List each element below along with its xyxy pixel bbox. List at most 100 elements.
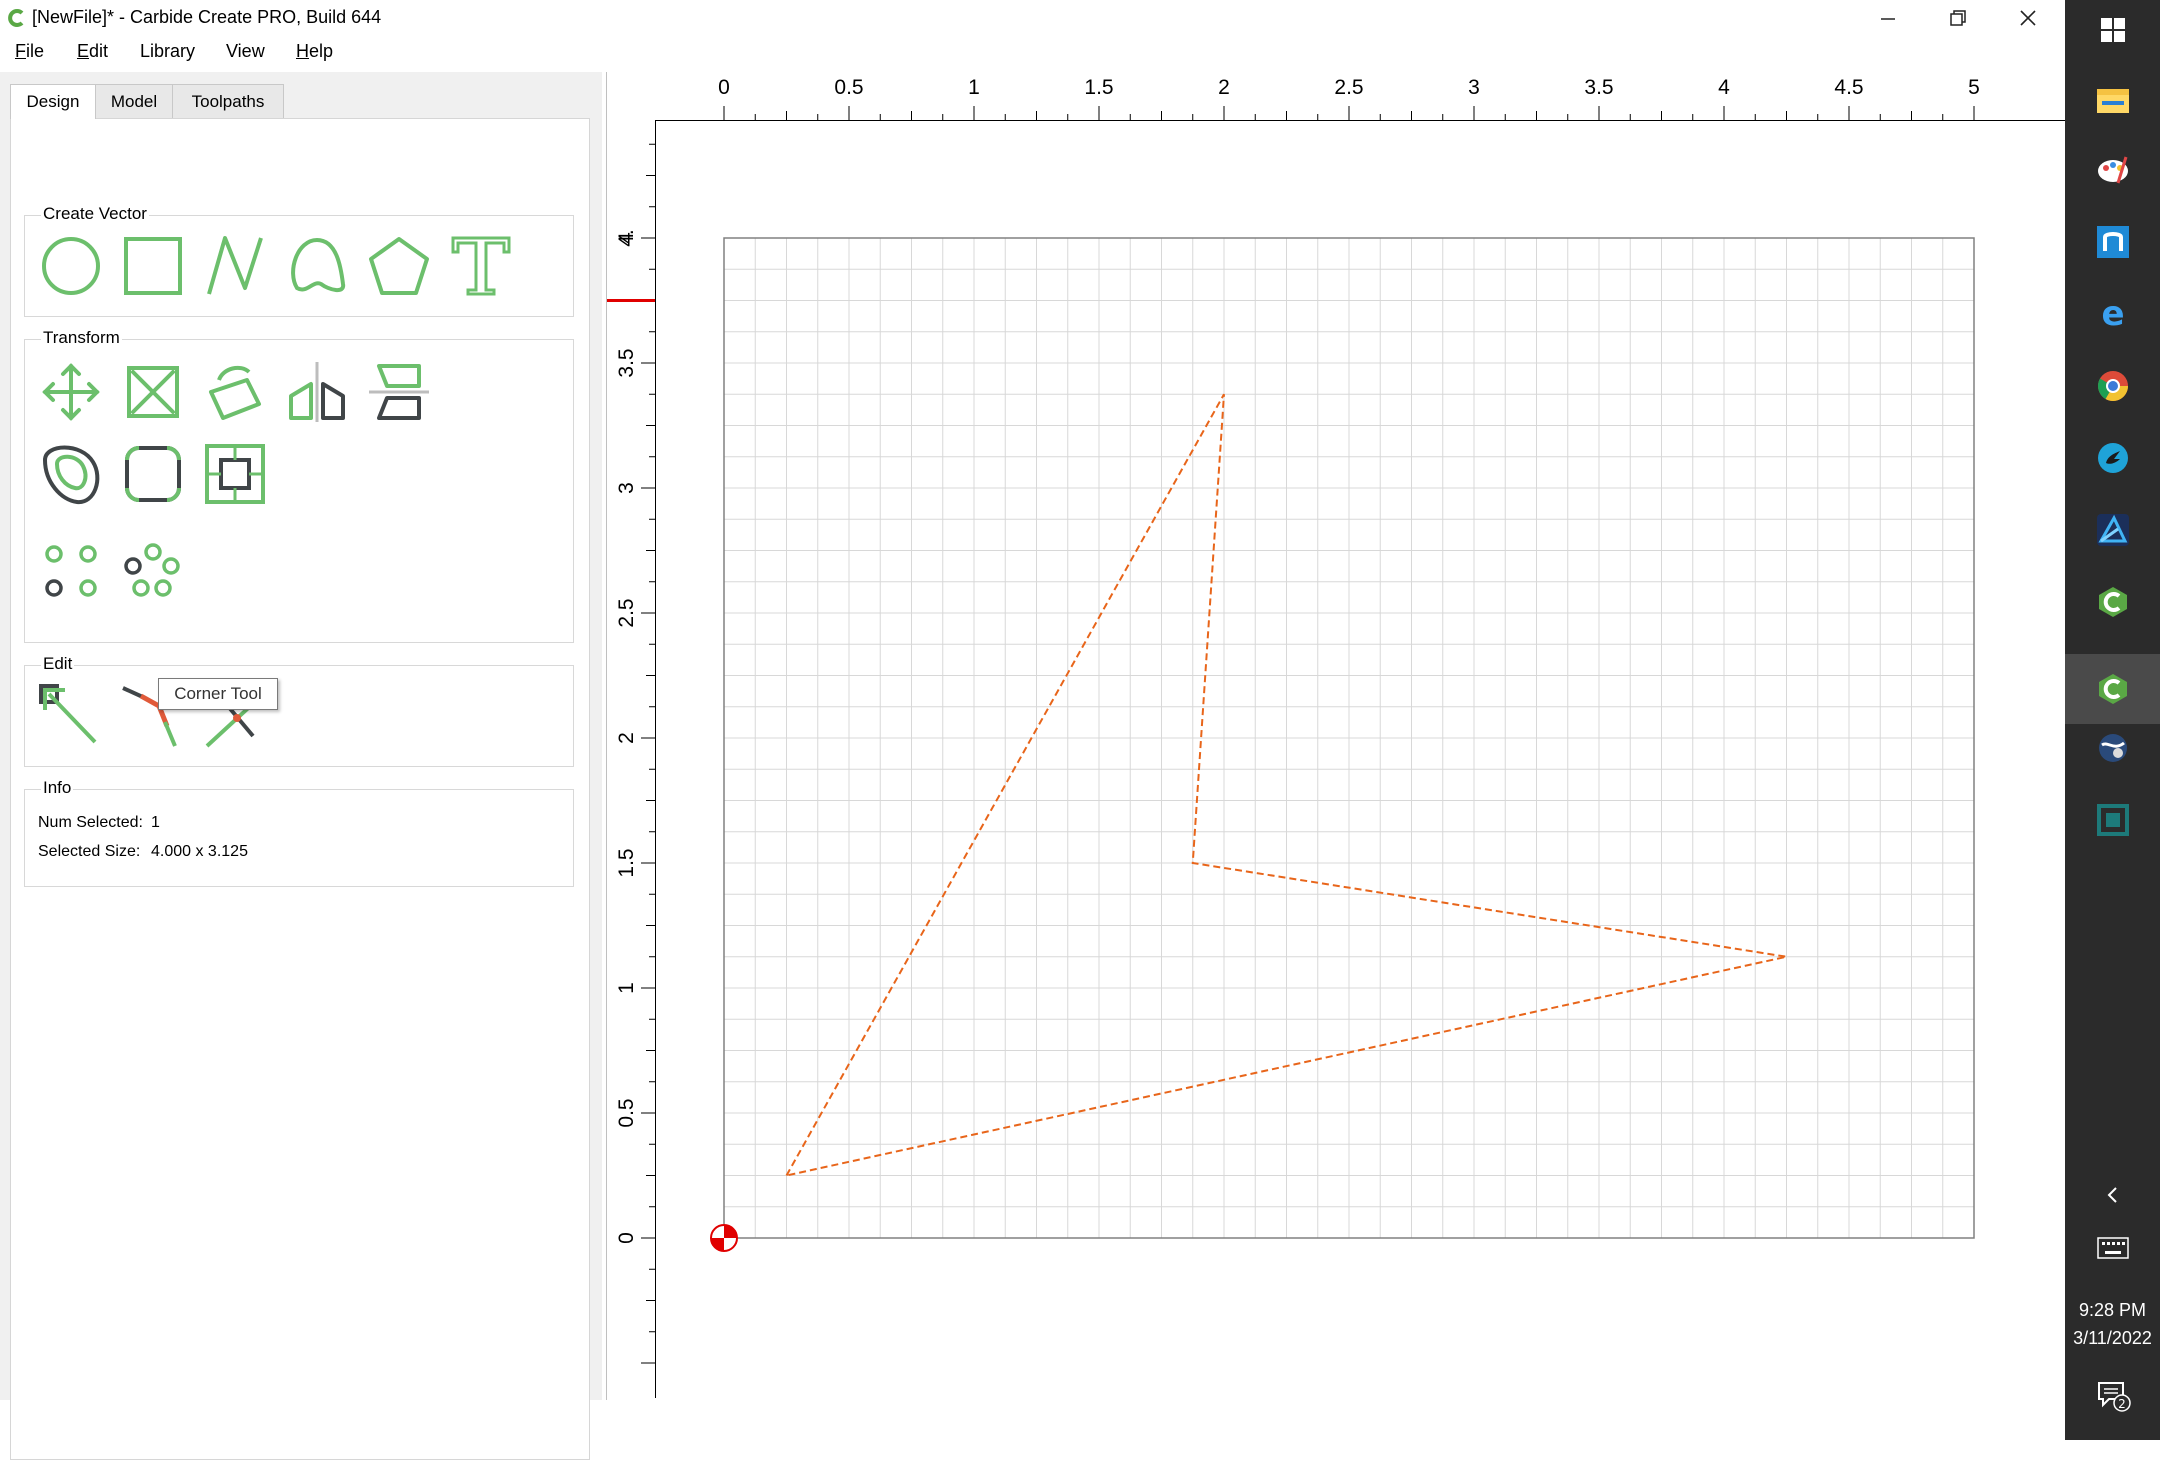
rounded-corners-icon (125, 446, 181, 502)
mirror-horizontal-icon (289, 362, 345, 422)
align-tool-button[interactable] (201, 440, 269, 508)
notifications-icon[interactable]: 2 (2093, 1376, 2133, 1416)
edit-group: Edit (24, 654, 574, 767)
carbide-motion-icon[interactable] (2093, 800, 2133, 840)
ruler-x-label: 2 (1218, 76, 1230, 99)
clock-date[interactable]: 3/11/2022 (2065, 1328, 2160, 1349)
edit-title: Edit (41, 654, 75, 674)
ruler-y-label: 2 (615, 732, 638, 744)
curve-tool-button[interactable] (283, 232, 351, 300)
minimize-button[interactable] (1853, 0, 1923, 36)
array-tool-button[interactable] (37, 536, 105, 604)
text-icon (451, 236, 511, 296)
info-group: Info Num Selected: 1 Selected Size: 4.00… (24, 778, 574, 887)
menu-help[interactable]: Help (296, 41, 333, 62)
globe-icon[interactable] (2093, 728, 2133, 768)
circular-array-tool-button[interactable] (119, 536, 187, 604)
tab-toolpaths[interactable]: Toolpaths (172, 84, 284, 118)
polyline-icon (207, 236, 263, 295)
notification-count: 2 (2118, 1397, 2126, 1411)
ruler-x-label: 4.5 (1834, 76, 1863, 99)
selected-size-label: Selected Size: (38, 843, 141, 860)
ruler-x-label: 1 (968, 76, 980, 99)
ruler-x-label: 4 (1718, 76, 1730, 99)
move-tool-button[interactable] (37, 358, 105, 426)
drawing-canvas[interactable] (656, 121, 2066, 1391)
pentagon-icon (369, 237, 429, 295)
rectangle-tool-button[interactable] (119, 232, 187, 300)
edge-icon[interactable]: e (2093, 294, 2133, 334)
show-hidden-icons-chevron-icon[interactable] (2093, 1175, 2133, 1215)
ruler-y-label: 1 (615, 982, 638, 994)
menu-view[interactable]: View (226, 41, 265, 62)
ruler-y-label: 0 (615, 1232, 638, 1244)
transform-group: Transform (24, 328, 574, 643)
carbide-logo-icon (8, 9, 24, 27)
info-title: Info (41, 778, 74, 798)
polyline-tool-button[interactable] (201, 232, 269, 300)
menu-file[interactable]: File (15, 41, 44, 62)
close-icon (2020, 10, 2036, 26)
restore-button[interactable] (1923, 0, 1993, 36)
minimize-icon (1881, 18, 1895, 20)
transform-title: Transform (41, 328, 122, 348)
windows-start-icon[interactable] (2093, 10, 2133, 50)
design-tab-page: Create Vector Transform Edit Info Num Se… (10, 118, 590, 1460)
ruler-x-label: 3.5 (1584, 76, 1613, 99)
flip-tool-button[interactable] (365, 358, 433, 426)
fillet-tool-button[interactable] (119, 440, 187, 508)
scale-tool-button[interactable] (119, 358, 187, 426)
align-center-icon (205, 444, 265, 504)
mirror-tool-button[interactable] (283, 358, 351, 426)
clock-time[interactable]: 9:28 PM (2065, 1300, 2160, 1321)
close-button[interactable] (1993, 0, 2063, 36)
app-icon[interactable] (2093, 438, 2133, 478)
select-tool-button[interactable] (37, 682, 105, 750)
rectangle-icon (124, 237, 182, 295)
menu-edit[interactable]: Edit (77, 41, 108, 62)
stock-grid (723, 237, 1975, 1239)
text-tool-button[interactable] (447, 232, 515, 300)
curve-icon (291, 237, 346, 292)
polygon-tool-button[interactable] (365, 232, 433, 300)
num-selected-label: Num Selected: (38, 814, 143, 831)
create-vector-group: Create Vector (24, 204, 574, 317)
onenote-icon[interactable] (2093, 222, 2133, 262)
design-canvas-area[interactable]: 0 0.5 1 1.5 2 2.5 3 3.5 4 4.5 5 0 0.5 1 1.5 2 2.5 3 3.5 4 4… (606, 72, 2066, 1400)
circular-array-icon (124, 543, 180, 597)
vertical-ruler: 00.511.522.533.544. (607, 120, 656, 1398)
ruler-y-label: 3.5 (615, 348, 638, 377)
ruler-x-label: 0.5 (834, 76, 863, 99)
offset-tool-button[interactable] (37, 440, 105, 508)
ruler-x-label: 2.5 (1334, 76, 1363, 99)
affinity-icon[interactable] (2093, 510, 2133, 550)
file-explorer-icon[interactable] (2093, 80, 2133, 120)
mirror-vertical-icon (369, 364, 429, 420)
menu-library[interactable]: Library (140, 41, 195, 62)
carbide-create-active-icon[interactable] (2093, 669, 2133, 709)
paint-icon[interactable] (2093, 150, 2133, 190)
menu-bar: File Edit Library View Help (0, 36, 2065, 70)
ruler-x-label: 5 (1968, 76, 1980, 99)
rotate-tool-button[interactable] (201, 358, 269, 426)
tab-model[interactable]: Model (95, 84, 173, 118)
array-grid-icon (45, 545, 97, 597)
create-vector-title: Create Vector (41, 204, 149, 224)
windows-taskbar: e 9:28 PM 3/11/2022 2 (2065, 0, 2160, 1440)
application-window: [NewFile]* - Carbide Create PRO, Build 6… (0, 0, 2066, 1460)
num-selected-value: 1 (151, 814, 160, 831)
ruler-y-label: 2.5 (615, 598, 638, 627)
offset-icon (42, 445, 100, 505)
chrome-icon[interactable] (2093, 366, 2133, 406)
window-title: [NewFile]* - Carbide Create PRO, Build 6… (32, 7, 382, 27)
touch-keyboard-icon[interactable] (2093, 1228, 2133, 1268)
circle-icon (42, 237, 100, 295)
ruler-x-label: 3 (1468, 76, 1480, 99)
circle-tool-button[interactable] (37, 232, 105, 300)
tab-design[interactable]: Design (10, 84, 96, 119)
selected-size-value: 4.000 x 3.125 (151, 843, 248, 860)
carbide-create-icon[interactable] (2093, 582, 2133, 622)
origin-marker-icon (710, 1224, 738, 1252)
ruler-y-label: 0.5 (615, 1098, 638, 1127)
ruler-y-label: 1.5 (615, 848, 638, 877)
